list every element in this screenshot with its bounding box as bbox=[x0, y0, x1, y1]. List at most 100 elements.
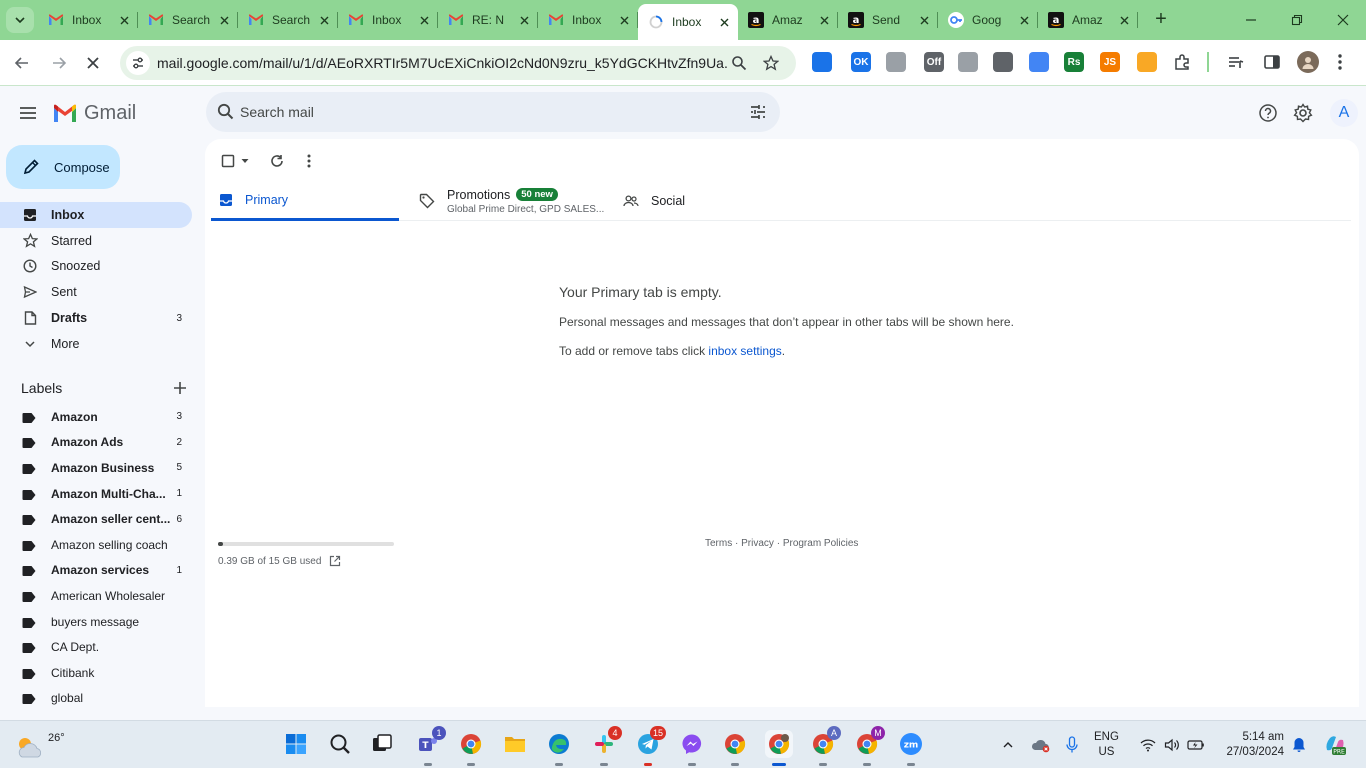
tab-social[interactable]: Social bbox=[623, 181, 783, 221]
chrome-profile-icon-1[interactable] bbox=[765, 730, 793, 766]
new-tab-button[interactable]: + bbox=[1150, 8, 1172, 30]
extensions-menu-button[interactable] bbox=[1172, 52, 1192, 72]
wifi-tray-button[interactable] bbox=[1138, 733, 1158, 757]
settings-button[interactable] bbox=[1291, 101, 1315, 125]
search-options-icon[interactable] bbox=[748, 102, 768, 122]
zoom-button[interactable] bbox=[728, 52, 750, 74]
sidebar-item-snoozed[interactable]: Snoozed bbox=[0, 254, 192, 280]
teams-icon[interactable]: T1 bbox=[414, 726, 446, 766]
tab-promotions[interactable]: Promotions 50 new Global Prime Direct, G… bbox=[419, 181, 609, 221]
sidebar-item-sent[interactable]: Sent bbox=[0, 279, 192, 305]
browser-tab[interactable]: Search bbox=[138, 4, 238, 36]
compose-button[interactable]: Compose bbox=[6, 145, 120, 189]
edge-icon[interactable] bbox=[545, 730, 573, 766]
select-all-checkbox[interactable] bbox=[219, 152, 237, 170]
browser-tab[interactable]: Goog bbox=[938, 4, 1038, 36]
search-icon[interactable] bbox=[326, 730, 354, 758]
ext-off-icon[interactable]: Off bbox=[924, 52, 944, 72]
chrome-profile-icon-a[interactable]: A bbox=[809, 726, 841, 766]
onedrive-tray-button[interactable] bbox=[1030, 733, 1052, 757]
search-icon[interactable] bbox=[216, 102, 236, 122]
sidebar-item-inbox[interactable]: Inbox bbox=[0, 202, 192, 228]
chrome-menu-button[interactable] bbox=[1330, 52, 1350, 72]
ext-tools-icon[interactable] bbox=[886, 52, 906, 72]
stop-loading-button[interactable] bbox=[80, 50, 106, 76]
plus-icon[interactable] bbox=[173, 381, 187, 395]
support-button[interactable] bbox=[1256, 101, 1280, 125]
site-info-button[interactable] bbox=[126, 51, 150, 75]
telegram-icon[interactable]: 15 bbox=[634, 726, 666, 766]
close-tab-icon[interactable] bbox=[616, 12, 632, 28]
label-item[interactable]: buyers message bbox=[0, 609, 192, 635]
address-bar[interactable]: mail.google.com/mail/u/1/d/AEoRXRTIr5M7U… bbox=[120, 46, 796, 80]
label-item[interactable]: CA Dept. bbox=[0, 634, 192, 660]
zoom-icon[interactable]: zm bbox=[897, 730, 925, 766]
browser-tab[interactable]: a Send bbox=[838, 4, 938, 36]
select-options-dropdown[interactable] bbox=[239, 152, 251, 170]
label-item[interactable]: global bbox=[0, 686, 192, 712]
inbox-settings-link[interactable]: inbox settings bbox=[708, 344, 781, 358]
label-item[interactable]: Citibank bbox=[0, 660, 192, 686]
start-icon[interactable] bbox=[282, 730, 310, 758]
messenger-icon[interactable] bbox=[678, 730, 706, 766]
refresh-button[interactable] bbox=[267, 151, 287, 171]
close-tab-icon[interactable] bbox=[916, 12, 932, 28]
microphone-tray-button[interactable] bbox=[1062, 733, 1082, 757]
main-menu-button[interactable] bbox=[16, 101, 40, 125]
tab-primary[interactable]: Primary bbox=[211, 181, 399, 221]
battery-tray-button[interactable] bbox=[1186, 733, 1206, 757]
browser-tab[interactable]: Inbox bbox=[38, 4, 138, 36]
close-tab-icon[interactable] bbox=[216, 12, 232, 28]
profile-avatar[interactable] bbox=[1297, 51, 1319, 73]
label-item[interactable]: Amazon Business 5 bbox=[0, 455, 192, 481]
show-hidden-icons-button[interactable] bbox=[998, 733, 1018, 757]
gmail-logo[interactable]: Gmail bbox=[52, 102, 136, 125]
close-tab-icon[interactable] bbox=[516, 12, 532, 28]
notifications-button[interactable] bbox=[1290, 733, 1308, 757]
copilot-button[interactable]: PRE bbox=[1322, 733, 1348, 757]
close-window-button[interactable] bbox=[1320, 0, 1366, 40]
label-item[interactable]: Amazon 3 bbox=[0, 404, 192, 430]
input-language-indicator[interactable]: ENG US bbox=[1094, 730, 1119, 760]
forward-button[interactable] bbox=[46, 50, 72, 76]
ext-js-icon[interactable]: JS bbox=[1100, 52, 1120, 72]
url-text[interactable]: mail.google.com/mail/u/1/d/AEoRXRTIr5M7U… bbox=[157, 55, 727, 71]
search-input[interactable] bbox=[240, 102, 740, 122]
ext-ok-icon[interactable]: OK bbox=[851, 52, 871, 72]
system-clock[interactable]: 5:14 am 27/03/2024 bbox=[1214, 730, 1284, 760]
browser-tab[interactable]: Search bbox=[238, 4, 338, 36]
back-button[interactable] bbox=[9, 50, 35, 76]
chrome-profile-icon-m[interactable]: M bbox=[853, 726, 885, 766]
sidebar-item-more[interactable]: More bbox=[0, 331, 192, 357]
ext-box-icon[interactable] bbox=[1029, 52, 1049, 72]
close-tab-icon[interactable] bbox=[716, 14, 732, 30]
file-explorer-icon[interactable] bbox=[501, 730, 529, 758]
close-tab-icon[interactable] bbox=[1116, 12, 1132, 28]
chrome-icon-2[interactable] bbox=[721, 730, 749, 766]
sidebar-item-drafts[interactable]: Drafts 3 bbox=[0, 305, 192, 331]
close-tab-icon[interactable] bbox=[416, 12, 432, 28]
restore-button[interactable] bbox=[1274, 0, 1320, 40]
side-panel-button[interactable] bbox=[1262, 52, 1282, 72]
close-tab-icon[interactable] bbox=[1016, 12, 1032, 28]
close-tab-icon[interactable] bbox=[116, 12, 132, 28]
slack-icon[interactable]: 4 bbox=[590, 726, 622, 766]
browser-tab[interactable]: a Amaz bbox=[738, 4, 838, 36]
label-item[interactable]: Amazon services 1 bbox=[0, 558, 192, 584]
program-policies-link[interactable]: Program Policies bbox=[783, 538, 859, 549]
account-avatar[interactable]: A bbox=[1330, 99, 1358, 127]
bookmark-button[interactable] bbox=[760, 52, 782, 74]
media-controls-button[interactable] bbox=[1226, 52, 1246, 72]
browser-tab[interactable]: RE: N bbox=[438, 4, 538, 36]
label-item[interactable]: Amazon seller cent... 6 bbox=[0, 506, 192, 532]
ext-plus-icon[interactable] bbox=[812, 52, 832, 72]
minimize-button[interactable] bbox=[1228, 0, 1274, 40]
label-item[interactable]: Amazon Multi-Cha... 1 bbox=[0, 481, 192, 507]
more-actions-button[interactable] bbox=[299, 151, 319, 171]
search-bar[interactable] bbox=[206, 92, 780, 132]
label-item[interactable]: American Wholesaler bbox=[0, 583, 192, 609]
sidebar-item-starred[interactable]: Starred bbox=[0, 228, 192, 254]
ext-rs-icon[interactable]: Rs bbox=[1064, 52, 1084, 72]
browser-tab[interactable]: a Amaz bbox=[1038, 4, 1138, 36]
tab-search-button[interactable] bbox=[6, 7, 34, 33]
